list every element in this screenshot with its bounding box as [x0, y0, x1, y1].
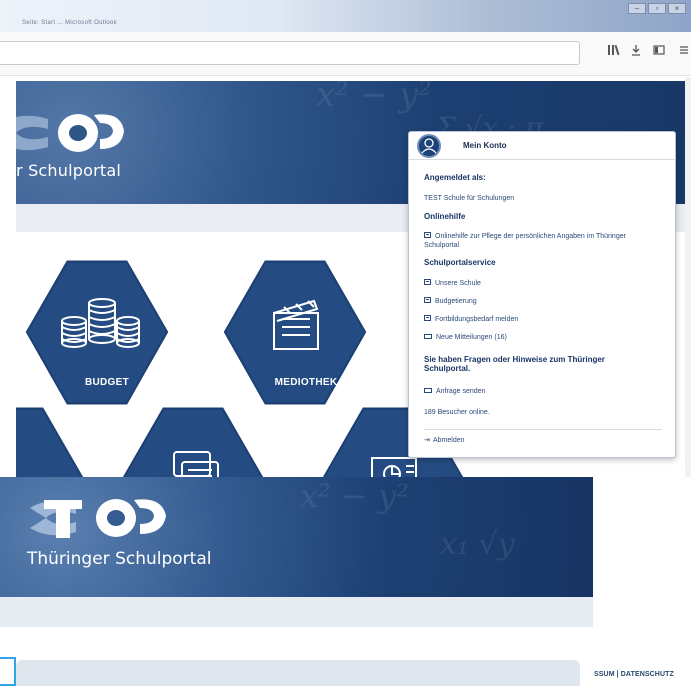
tile-budget-label: BUDGET	[84, 377, 130, 388]
visitor-count: 189 Besucher online.	[424, 409, 490, 416]
link-icon	[424, 279, 431, 285]
footer-bar	[16, 660, 580, 686]
service-link-schule[interactable]: Unsere Schule	[424, 279, 481, 288]
minimize-icon[interactable]: –	[628, 3, 646, 14]
mail-icon	[424, 388, 432, 393]
tile-messages[interactable]	[112, 402, 272, 477]
download-icon[interactable]	[628, 44, 644, 60]
footer-links[interactable]: SSUM | DATENSCHUTZ	[594, 671, 674, 678]
service-link-budgetierung[interactable]: Budgetierung	[424, 297, 477, 306]
header-banner-2: x² − y² x₁ √y Thüringer Schulportal	[0, 477, 593, 597]
account-title: Mein Konto	[463, 141, 507, 150]
window-titlebar: Seite: Start ... Microsoft Outlook – ▫ ×	[0, 0, 691, 32]
tsp-logo-2[interactable]	[26, 494, 176, 542]
tile-mediothek-label: MEDIOTHEK	[274, 377, 338, 388]
browser-toolbar	[0, 32, 691, 76]
nav-band-2	[0, 597, 593, 627]
menu-icon[interactable]	[676, 44, 691, 60]
logged-in-heading: Angemeldet als:	[424, 173, 486, 182]
service-link-mitteilungen[interactable]: Neue Mitteilungen (16)	[424, 333, 507, 342]
mail-icon	[424, 334, 432, 339]
portal-title: r Schulportal	[16, 161, 121, 180]
logged-in-user: TEST Schule für Schulungen	[424, 195, 515, 202]
questions-heading: Sie haben Fragen oder Hinweise zum Thüri…	[424, 355, 605, 373]
restore-icon[interactable]: ▫	[648, 3, 666, 14]
help-heading: Onlinehilfe	[424, 212, 466, 221]
tsp-logo[interactable]	[16, 109, 136, 157]
portal-title-2: Thüringer Schulportal	[27, 549, 212, 569]
library-icon[interactable]	[606, 44, 622, 60]
link-icon	[424, 315, 431, 321]
help-link[interactable]: Onlinehilfe zur Pflege der persönlichen …	[424, 232, 642, 250]
account-dropdown-header[interactable]: Mein Konto	[409, 132, 675, 160]
url-bar[interactable]	[0, 41, 580, 65]
service-heading: Schulportalservice	[424, 258, 496, 267]
logout-link[interactable]: ⇥ Abmelden	[424, 436, 465, 445]
sidebar-icon[interactable]	[651, 44, 667, 60]
content-area-2	[0, 627, 691, 659]
menu-divider	[424, 429, 662, 430]
tile-document[interactable]	[16, 402, 92, 477]
link-icon	[424, 297, 431, 303]
service-link-fortbildung[interactable]: Fortbildungsbedarf melden	[424, 315, 518, 324]
close-icon[interactable]: ×	[668, 3, 686, 14]
account-dropdown: Mein Konto Angemeldet als: TEST Schule f…	[408, 131, 676, 458]
selection-highlight	[0, 657, 16, 686]
link-icon	[424, 232, 431, 238]
user-avatar-icon[interactable]	[417, 134, 441, 158]
request-link[interactable]: Anfrage senden	[424, 387, 485, 396]
scrollbar[interactable]	[685, 77, 691, 477]
window-tab-text[interactable]: Seite: Start ... Microsoft Outlook	[22, 20, 117, 26]
screenshot-page: Seite: Start ... Microsoft Outlook – ▫ ×…	[0, 0, 691, 686]
logout-icon: ⇥	[424, 437, 430, 444]
